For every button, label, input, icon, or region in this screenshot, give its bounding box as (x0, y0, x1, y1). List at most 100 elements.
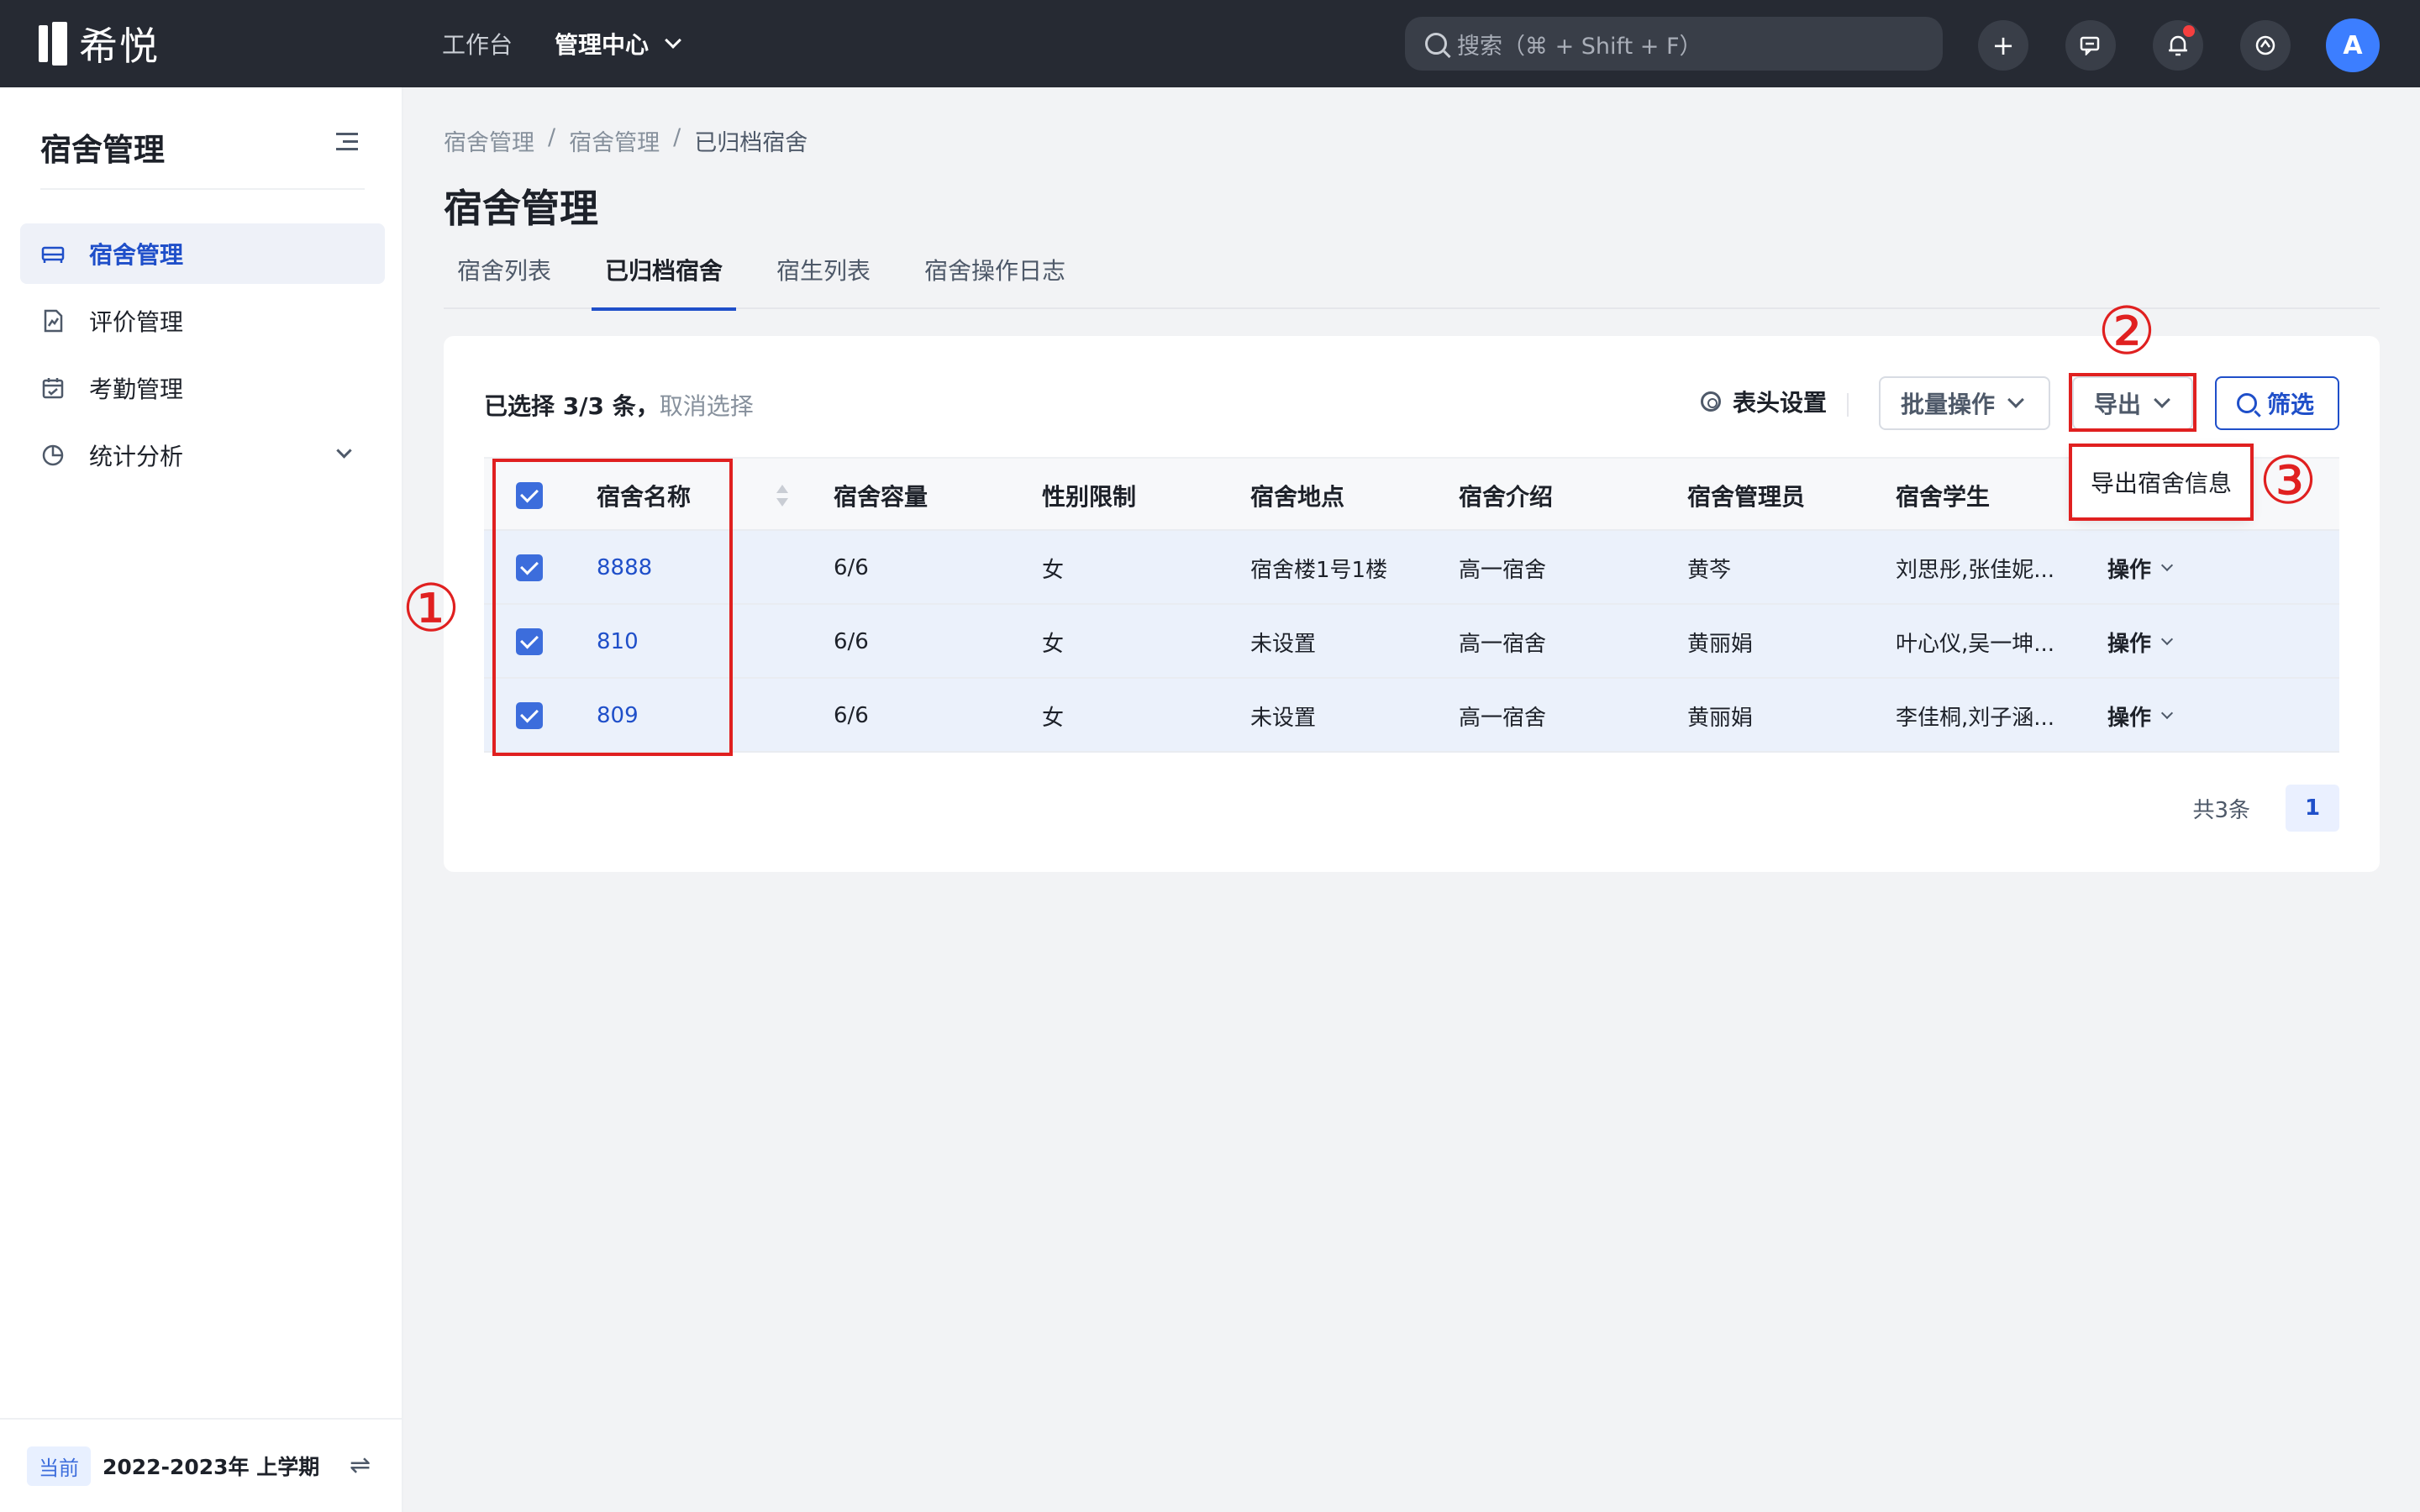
tab-resident-list[interactable]: 宿生列表 (763, 250, 884, 309)
breadcrumb: 宿舍管理 / 宿舍管理 / 已归档宿舍 (444, 124, 808, 157)
chevron-down-icon (2160, 706, 2174, 720)
plus-icon: + (1991, 29, 2015, 61)
table-row[interactable]: 810 6/6 女 未设置 高一宿舍 黄丽娟 叶心仪,吴一坤... 操作 (484, 605, 2339, 679)
filter-label: 筛选 (2267, 391, 2315, 418)
batch-operations-button[interactable]: 批量操作 (1879, 376, 2050, 430)
operation-label: 操作 (2107, 631, 2152, 657)
chevron-down-icon (336, 443, 352, 459)
add-button[interactable]: + (1978, 20, 2028, 71)
selection-text: 已选择 3/3 条， (484, 392, 660, 420)
sidebar-header: 宿舍管理 (40, 124, 365, 190)
page-button-current[interactable]: 1 (2286, 785, 2339, 832)
term-selector[interactable]: 当前 2022-2023年 上学期 ⇌ (0, 1418, 403, 1512)
column-header-location: 宿舍地点 (1250, 483, 1345, 511)
batch-operations-label: 批量操作 (1901, 391, 1996, 418)
chevron-down-icon (2007, 391, 2024, 408)
tab-operation-log[interactable]: 宿舍操作日志 (911, 250, 1079, 309)
sidebar-item-label: 宿舍管理 (89, 241, 184, 269)
search-placeholder: 搜索（⌘ + Shift + F） (1457, 33, 1702, 60)
dorm-table: 宿舍名称 宿舍容量 性别限制 宿舍地点 宿舍介绍 宿舍管理员 宿舍学生 8888… (484, 457, 2339, 753)
tab-archived-dorms[interactable]: 已归档宿舍 (592, 250, 737, 311)
calendar-icon (42, 378, 64, 399)
top-nav: 工作台 管理中心 (442, 25, 721, 62)
operation-label: 操作 (2107, 705, 2152, 731)
switch-button[interactable] (2240, 20, 2291, 71)
pagination-total: 共3条 (2192, 797, 2250, 823)
row-operation-button[interactable]: 操作 (2107, 679, 2174, 753)
operation-label: 操作 (2107, 557, 2152, 583)
manager-cell: 黄丽娟 (1687, 705, 1754, 731)
chevron-down-icon (2160, 559, 2174, 572)
app-logo[interactable]: 希悦 (39, 22, 160, 69)
sidebar-title: 宿舍管理 (40, 132, 165, 168)
nav-admin-center[interactable]: 管理中心 (555, 27, 681, 60)
intro-cell: 高一宿舍 (1459, 631, 1547, 657)
tab-bar: 宿舍列表 已归档宿舍 宿生列表 宿舍操作日志 (444, 250, 2380, 311)
pie-chart-icon (42, 444, 64, 466)
row-operation-button[interactable]: 操作 (2107, 605, 2174, 679)
avatar[interactable]: A (2326, 18, 2380, 72)
capacity-cell: 6/6 (834, 703, 869, 728)
message-icon (2080, 36, 2100, 55)
capacity-cell: 6/6 (834, 629, 869, 654)
page-title: 宿舍管理 (444, 186, 598, 231)
notification-button[interactable] (2153, 20, 2203, 71)
notification-dot (2183, 25, 2195, 37)
annotation-number-two: ② (2097, 294, 2156, 370)
sort-icon[interactable] (776, 483, 788, 508)
term-badge: 当前 (27, 1446, 91, 1486)
location-cell: 未设置 (1250, 631, 1317, 657)
row-operation-button[interactable]: 操作 (2107, 531, 2174, 605)
intro-cell: 高一宿舍 (1459, 705, 1547, 731)
search-icon (2237, 393, 2257, 413)
capacity-cell: 6/6 (834, 555, 869, 580)
sidebar-item-label: 统计分析 (89, 443, 184, 470)
table-row[interactable]: 8888 6/6 女 宿舍楼1号1楼 高一宿舍 黄芩 刘思彤,张佳妮... 操作 (484, 531, 2339, 605)
bell-icon (2169, 35, 2187, 56)
logo-text: 希悦 (79, 24, 160, 69)
column-header-gender: 性别限制 (1042, 483, 1137, 511)
students-cell: 叶心仪,吴一坤... (1896, 631, 2055, 657)
annotation-box-export (2069, 373, 2196, 432)
column-header-students: 宿舍学生 (1896, 483, 1991, 511)
top-bar: 希悦 工作台 管理中心 搜索（⌘ + Shift + F） + A (0, 0, 2420, 87)
breadcrumb-separator: / (548, 124, 556, 150)
logo-mark-icon (39, 22, 67, 66)
breadcrumb-item[interactable]: 宿舍管理 (569, 124, 660, 157)
annotation-number-three: ③ (2259, 444, 2317, 519)
gender-cell: 女 (1042, 705, 1065, 731)
swap-icon[interactable]: ⇌ (350, 1453, 375, 1478)
manager-cell: 黄丽娟 (1687, 631, 1754, 657)
cancel-selection-link[interactable]: 取消选择 (660, 392, 754, 420)
filter-button[interactable]: 筛选 (2215, 376, 2339, 430)
header-settings-label: 表头设置 (1733, 389, 1828, 417)
nav-workbench[interactable]: 工作台 (442, 27, 513, 60)
annotation-box-checkboxes (492, 459, 733, 756)
table-row[interactable]: 809 6/6 女 未设置 高一宿舍 黄丽娟 李佳桐,刘子涵... 操作 (484, 679, 2339, 753)
chevron-down-icon (2160, 633, 2174, 646)
annotation-box-export-option (2069, 444, 2254, 521)
breadcrumb-separator: / (673, 124, 681, 150)
location-cell: 未设置 (1250, 705, 1317, 731)
evaluation-icon (44, 309, 63, 333)
term-text: 2022-2023年 上学期 (103, 1455, 320, 1479)
gender-cell: 女 (1042, 557, 1065, 583)
search-icon (1425, 33, 1447, 55)
message-button[interactable] (2065, 20, 2116, 71)
sidebar-item-dorm-management[interactable]: 宿舍管理 (20, 223, 385, 284)
sidebar-item-statistics[interactable]: 统计分析 (20, 425, 385, 486)
column-header-intro: 宿舍介绍 (1459, 483, 1554, 511)
manager-cell: 黄芩 (1687, 557, 1732, 583)
column-header-capacity: 宿舍容量 (834, 483, 929, 511)
breadcrumb-item[interactable]: 宿舍管理 (444, 124, 534, 157)
tab-dorm-list[interactable]: 宿舍列表 (444, 250, 565, 309)
pagination: 共3条 1 (2192, 785, 2339, 832)
header-settings-button[interactable]: 表头设置 (1701, 385, 1827, 418)
bed-icon (41, 246, 65, 263)
collapse-sidebar-icon[interactable] (336, 133, 358, 151)
sidebar-item-attendance[interactable]: 考勤管理 (20, 358, 385, 418)
gear-icon (1701, 391, 1721, 412)
sidebar-item-evaluation[interactable]: 评价管理 (20, 291, 385, 351)
global-search-input[interactable]: 搜索（⌘ + Shift + F） (1405, 17, 1943, 71)
sidebar-menu: 宿舍管理 评价管理 考勤管理 统计分析 (20, 223, 385, 492)
